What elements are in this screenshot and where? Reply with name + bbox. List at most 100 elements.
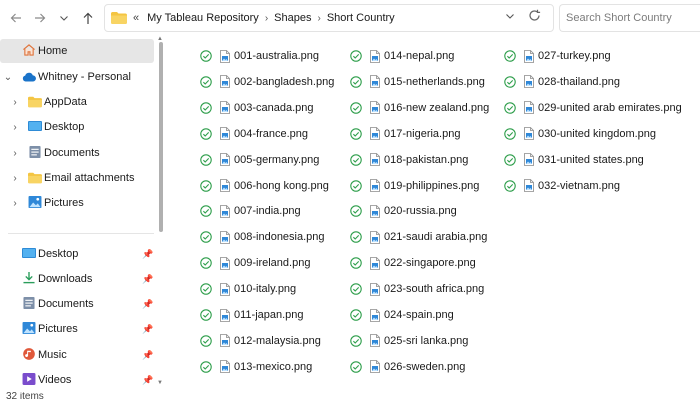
- file-item[interactable]: 028-thailand.png: [504, 72, 620, 92]
- sync-check-icon: [350, 50, 362, 62]
- image-file-icon: [220, 334, 230, 348]
- file-item[interactable]: 023-south africa.png: [350, 279, 484, 299]
- breadcrumb-overflow[interactable]: «: [133, 12, 139, 24]
- file-item[interactable]: 012-malaysia.png: [200, 331, 321, 351]
- file-item[interactable]: 013-mexico.png: [200, 357, 312, 377]
- file-item[interactable]: 014-nepal.png: [350, 46, 454, 66]
- back-button[interactable]: [6, 8, 26, 28]
- arrow-up-icon: [83, 12, 93, 24]
- folder-icon: [28, 96, 42, 108]
- download-icon: [23, 272, 35, 284]
- file-item[interactable]: 021-saudi arabia.png: [350, 227, 487, 247]
- sidebar-item-label: Whitney - Personal: [38, 71, 131, 83]
- file-name: 007-india.png: [234, 205, 301, 218]
- image-file-icon: [370, 230, 380, 244]
- quick-access-desktop[interactable]: Desktop 📌: [0, 242, 154, 266]
- file-item[interactable]: 016-new zealand.png: [350, 98, 489, 118]
- breadcrumb-item[interactable]: My Tableau Repository: [147, 12, 259, 24]
- quick-access-pictures[interactable]: Pictures 📌: [0, 317, 154, 341]
- sidebar-item-home[interactable]: Home: [0, 39, 154, 63]
- navigation-pane: Home ⌄ Whitney - Personal › AppData › De…: [0, 38, 166, 388]
- file-item[interactable]: 022-singapore.png: [350, 253, 476, 273]
- file-name: 032-vietnam.png: [538, 179, 620, 192]
- file-item[interactable]: 019-philippines.png: [350, 176, 479, 196]
- address-history-button[interactable]: [505, 11, 515, 24]
- file-name: 023-south africa.png: [384, 283, 485, 296]
- sync-check-icon: [200, 231, 212, 244]
- sidebar-scrollbar-thumb[interactable]: [159, 42, 163, 232]
- scroll-down-arrow[interactable]: ▼: [157, 380, 163, 386]
- sidebar-item-label: Videos: [38, 374, 72, 386]
- file-item[interactable]: 027-turkey.png: [504, 46, 611, 66]
- search-box[interactable]: [559, 4, 700, 32]
- chevron-right-icon[interactable]: ›: [10, 198, 20, 209]
- image-file-icon: [524, 101, 534, 115]
- pin-icon: 📌: [142, 248, 154, 259]
- file-item[interactable]: 015-netherlands.png: [350, 72, 485, 92]
- chevron-right-icon[interactable]: ›: [10, 173, 20, 184]
- recent-locations-button[interactable]: [54, 8, 74, 28]
- chevron-right-icon[interactable]: ›: [10, 148, 20, 159]
- file-item[interactable]: 002-bangladesh.png: [200, 72, 334, 92]
- file-item[interactable]: 026-sweden.png: [350, 357, 465, 377]
- sync-check-icon: [504, 76, 516, 88]
- sidebar-item-label: Documents: [44, 147, 100, 159]
- file-item[interactable]: 005-germany.png: [200, 150, 319, 170]
- image-file-icon: [524, 127, 534, 141]
- forward-button[interactable]: [30, 8, 50, 28]
- breadcrumb-item[interactable]: Short Country: [327, 12, 395, 24]
- cloud-icon: [22, 72, 36, 82]
- file-item[interactable]: 008-indonesia.png: [200, 227, 325, 247]
- file-item[interactable]: 006-hong kong.png: [200, 176, 329, 196]
- image-file-icon: [524, 49, 534, 63]
- file-item[interactable]: 020-russia.png: [350, 201, 457, 221]
- up-button[interactable]: [78, 8, 98, 28]
- quick-access-documents[interactable]: Documents 📌: [0, 292, 154, 316]
- file-item[interactable]: 032-vietnam.png: [504, 176, 620, 196]
- chevron-right-icon[interactable]: ›: [10, 122, 20, 133]
- file-item[interactable]: 029-united arab emirates.png: [504, 98, 682, 118]
- file-item[interactable]: 001-australia.png: [200, 46, 319, 66]
- chevron-right-icon[interactable]: ›: [10, 97, 20, 108]
- pin-icon: 📌: [142, 374, 154, 385]
- file-item[interactable]: 031-united states.png: [504, 150, 644, 170]
- sidebar-item-appdata[interactable]: › AppData: [0, 90, 154, 114]
- sync-check-icon: [350, 231, 362, 244]
- file-item[interactable]: 010-italy.png: [200, 279, 296, 299]
- chevron-right-icon[interactable]: ›: [265, 13, 268, 24]
- sync-check-icon: [200, 179, 212, 192]
- sidebar-item-desktop[interactable]: › Desktop: [0, 115, 154, 139]
- breadcrumb-item[interactable]: Shapes: [274, 12, 311, 24]
- search-input[interactable]: [566, 12, 700, 24]
- file-item[interactable]: 007-india.png: [200, 201, 301, 221]
- sync-check-icon: [200, 153, 212, 166]
- file-item[interactable]: 017-nigeria.png: [350, 124, 460, 144]
- file-name: 002-bangladesh.png: [234, 75, 335, 88]
- sidebar-item-label: Pictures: [44, 197, 84, 209]
- chevron-down-icon[interactable]: ⌄: [3, 72, 13, 83]
- file-item[interactable]: 025-sri lanka.png: [350, 331, 468, 351]
- file-item[interactable]: 009-ireland.png: [200, 253, 310, 273]
- sync-check-icon: [350, 102, 362, 114]
- file-item[interactable]: 011-japan.png: [200, 305, 304, 325]
- file-item[interactable]: 004-france.png: [200, 124, 308, 144]
- file-item[interactable]: 003-canada.png: [200, 98, 314, 118]
- sync-check-icon: [504, 179, 516, 192]
- image-file-icon: [220, 360, 230, 374]
- quick-access-videos[interactable]: Videos 📌: [0, 368, 154, 392]
- quick-access-music[interactable]: Music 📌: [0, 343, 154, 367]
- sidebar-item-pictures[interactable]: › Pictures: [0, 191, 154, 215]
- file-name: 018-pakistan.png: [384, 153, 469, 166]
- file-item[interactable]: 024-spain.png: [350, 305, 454, 325]
- file-item[interactable]: 030-united kingdom.png: [504, 124, 656, 144]
- file-name: 021-saudi arabia.png: [384, 231, 488, 244]
- refresh-button[interactable]: [528, 9, 541, 25]
- chevron-right-icon[interactable]: ›: [317, 13, 320, 24]
- quick-access-downloads[interactable]: Downloads 📌: [0, 267, 154, 291]
- sidebar-item-documents[interactable]: › Documents: [0, 141, 154, 165]
- sidebar-item-onedrive[interactable]: ⌄ Whitney - Personal: [0, 65, 154, 89]
- sidebar-item-email-attachments[interactable]: › Email attachments: [0, 166, 154, 190]
- file-item[interactable]: 018-pakistan.png: [350, 150, 468, 170]
- address-bar[interactable]: « My Tableau Repository › Shapes › Short…: [104, 4, 554, 32]
- image-file-icon: [220, 153, 230, 166]
